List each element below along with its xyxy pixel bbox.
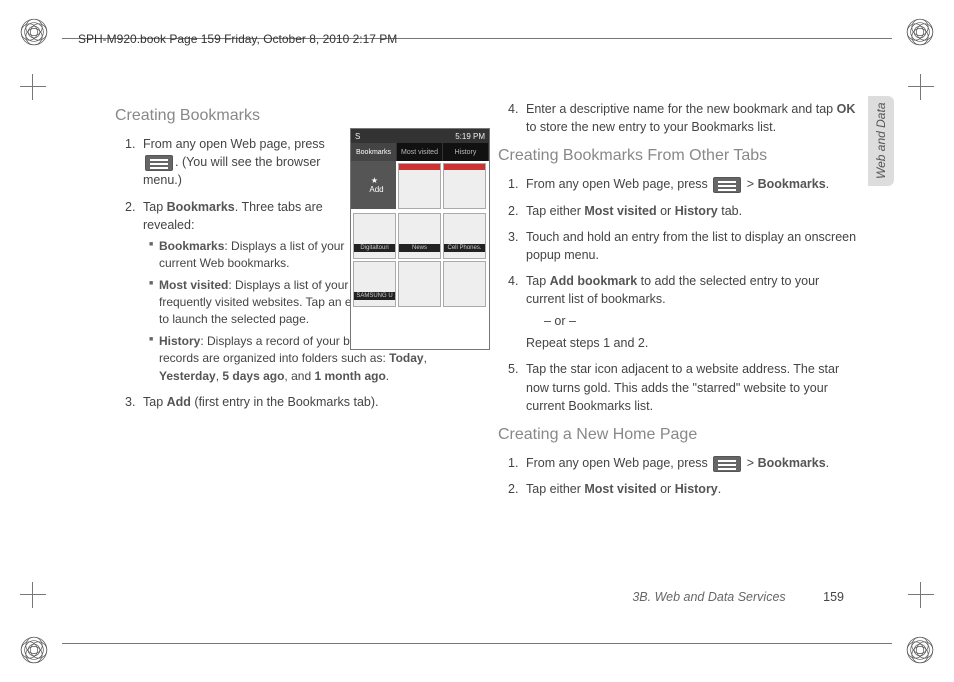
step-2-bold: Bookmarks [167, 200, 235, 214]
sub-mv-label: Most visited [159, 278, 228, 292]
phone-tab-history: History [443, 143, 489, 161]
menu-icon [713, 177, 741, 193]
b-step-3: Touch and hold an entry from the list to… [508, 228, 858, 264]
c1-text-a: From any open Web page, press [526, 456, 711, 470]
b2-hist: History [675, 204, 718, 218]
c2-or: or [657, 482, 675, 496]
step-3: Tap Add (first entry in the Bookmarks ta… [125, 393, 475, 411]
registration-mark-icon [20, 74, 46, 100]
step-3-bold: Add [167, 395, 191, 409]
b4-text-a: Tap [526, 274, 550, 288]
crop-ornament-icon [906, 18, 934, 46]
b1-bold: Bookmarks [758, 177, 826, 191]
sub-hist-label: History [159, 334, 200, 348]
sub-bookmarks: Bookmarks: Displays a list of your curre… [149, 238, 359, 273]
c2-text-b: . [718, 482, 721, 496]
step-3-text-a: Tap [143, 395, 167, 409]
b4-bold: Add bookmark [550, 274, 638, 288]
hist-yesterday: Yesterday [159, 369, 216, 383]
c2-text-a: Tap either [526, 482, 584, 496]
b1-gt: > [747, 177, 754, 191]
c-step-1: From any open Web page, press > Bookmark… [508, 454, 858, 472]
b2-or: or [657, 204, 675, 218]
phone-thumb-caption: SAMSUNG U [354, 292, 395, 300]
registration-mark-icon [20, 582, 46, 608]
step-3-text-b: (first entry in the Bookmarks tab). [191, 395, 379, 409]
step-4-text-a: Enter a descriptive name for the new boo… [526, 102, 837, 116]
phone-thumb: SAMSUNG U [353, 261, 396, 307]
c-step-2: Tap either Most visited or History. [508, 480, 858, 498]
b-step-5: Tap the star icon adjacent to a website … [508, 360, 858, 414]
b-step-1: From any open Web page, press > Bookmark… [508, 175, 858, 193]
b2-text-b: tab. [718, 204, 742, 218]
crop-ornament-icon [20, 636, 48, 664]
sub-most-visited: Most visited: Displays a list of your mo… [149, 277, 379, 329]
phone-thumb: Digitaltouri [353, 213, 396, 259]
c1-gt: > [747, 456, 754, 470]
phone-tab-most-visited: Most visited [397, 143, 443, 161]
phone-add-button: ★ Add [351, 161, 396, 209]
hist-1month: 1 month ago [314, 369, 385, 383]
phone-screenshot: S 5:19 PM Bookmarks Most visited History… [350, 128, 490, 350]
star-icon: ★ [371, 176, 378, 185]
phone-thumb [398, 261, 441, 307]
step-2-text-a: Tap [143, 200, 167, 214]
phone-thumb: Cell Phones. [443, 213, 486, 259]
phone-thumb-caption: Cell Phones. [444, 244, 485, 252]
phone-thumb [443, 261, 486, 307]
b2-mv: Most visited [584, 204, 656, 218]
heading-creating-bookmarks: Creating Bookmarks [115, 104, 475, 127]
b4-or: – or – [544, 312, 858, 330]
phone-tab-bookmarks: Bookmarks [351, 143, 397, 161]
phone-thumb [443, 163, 486, 209]
menu-icon [713, 456, 741, 472]
phone-status-bar: S 5:19 PM [351, 129, 489, 143]
c2-hist: History [675, 482, 718, 496]
phone-thumb [398, 163, 441, 209]
heading-new-home-page: Creating a New Home Page [498, 423, 858, 446]
step-1-text-a: From any open Web page, press [143, 137, 325, 151]
carrier-icon: S [355, 132, 360, 141]
page-footer: 3B. Web and Data Services 159 [632, 590, 844, 604]
b-step-4: Tap Add bookmark to add the selected ent… [508, 272, 858, 353]
menu-icon [145, 155, 173, 171]
b1-text-a: From any open Web page, press [526, 177, 711, 191]
crop-ornament-icon [20, 18, 48, 46]
step-4-text-b: to store the new entry to your Bookmarks… [526, 120, 776, 134]
b1-text-b: . [826, 177, 829, 191]
b2-text-a: Tap either [526, 204, 584, 218]
phone-tabs: Bookmarks Most visited History [351, 143, 489, 161]
hist-today: Today [389, 351, 423, 365]
footer-page-number: 159 [823, 590, 844, 604]
book-header: SPH-M920.book Page 159 Friday, October 8… [78, 32, 397, 46]
hist-5days: 5 days ago [222, 369, 284, 383]
phone-add-label: Add [369, 185, 383, 194]
heading-bookmarks-other-tabs: Creating Bookmarks From Other Tabs [498, 144, 858, 167]
section-tab: Web and Data [868, 96, 894, 186]
step-4: Enter a descriptive name for the new boo… [508, 100, 858, 136]
c1-text-b: . [826, 456, 829, 470]
b-step-2: Tap either Most visited or History tab. [508, 202, 858, 220]
phone-thumb: News [398, 213, 441, 259]
sub-bookmarks-label: Bookmarks [159, 239, 224, 253]
footer-section: 3B. Web and Data Services [632, 590, 785, 604]
phone-clock: 5:19 PM [455, 132, 485, 141]
phone-thumb-caption: Digitaltouri [354, 244, 395, 252]
b4-repeat: Repeat steps 1 and 2. [526, 334, 858, 352]
right-column: Enter a descriptive name for the new boo… [498, 100, 858, 506]
registration-mark-icon [908, 74, 934, 100]
phone-thumb-caption: News [399, 244, 440, 252]
registration-mark-icon [908, 582, 934, 608]
c2-mv: Most visited [584, 482, 656, 496]
step-4-bold: OK [837, 102, 856, 116]
c1-bold: Bookmarks [758, 456, 826, 470]
crop-ornament-icon [906, 636, 934, 664]
